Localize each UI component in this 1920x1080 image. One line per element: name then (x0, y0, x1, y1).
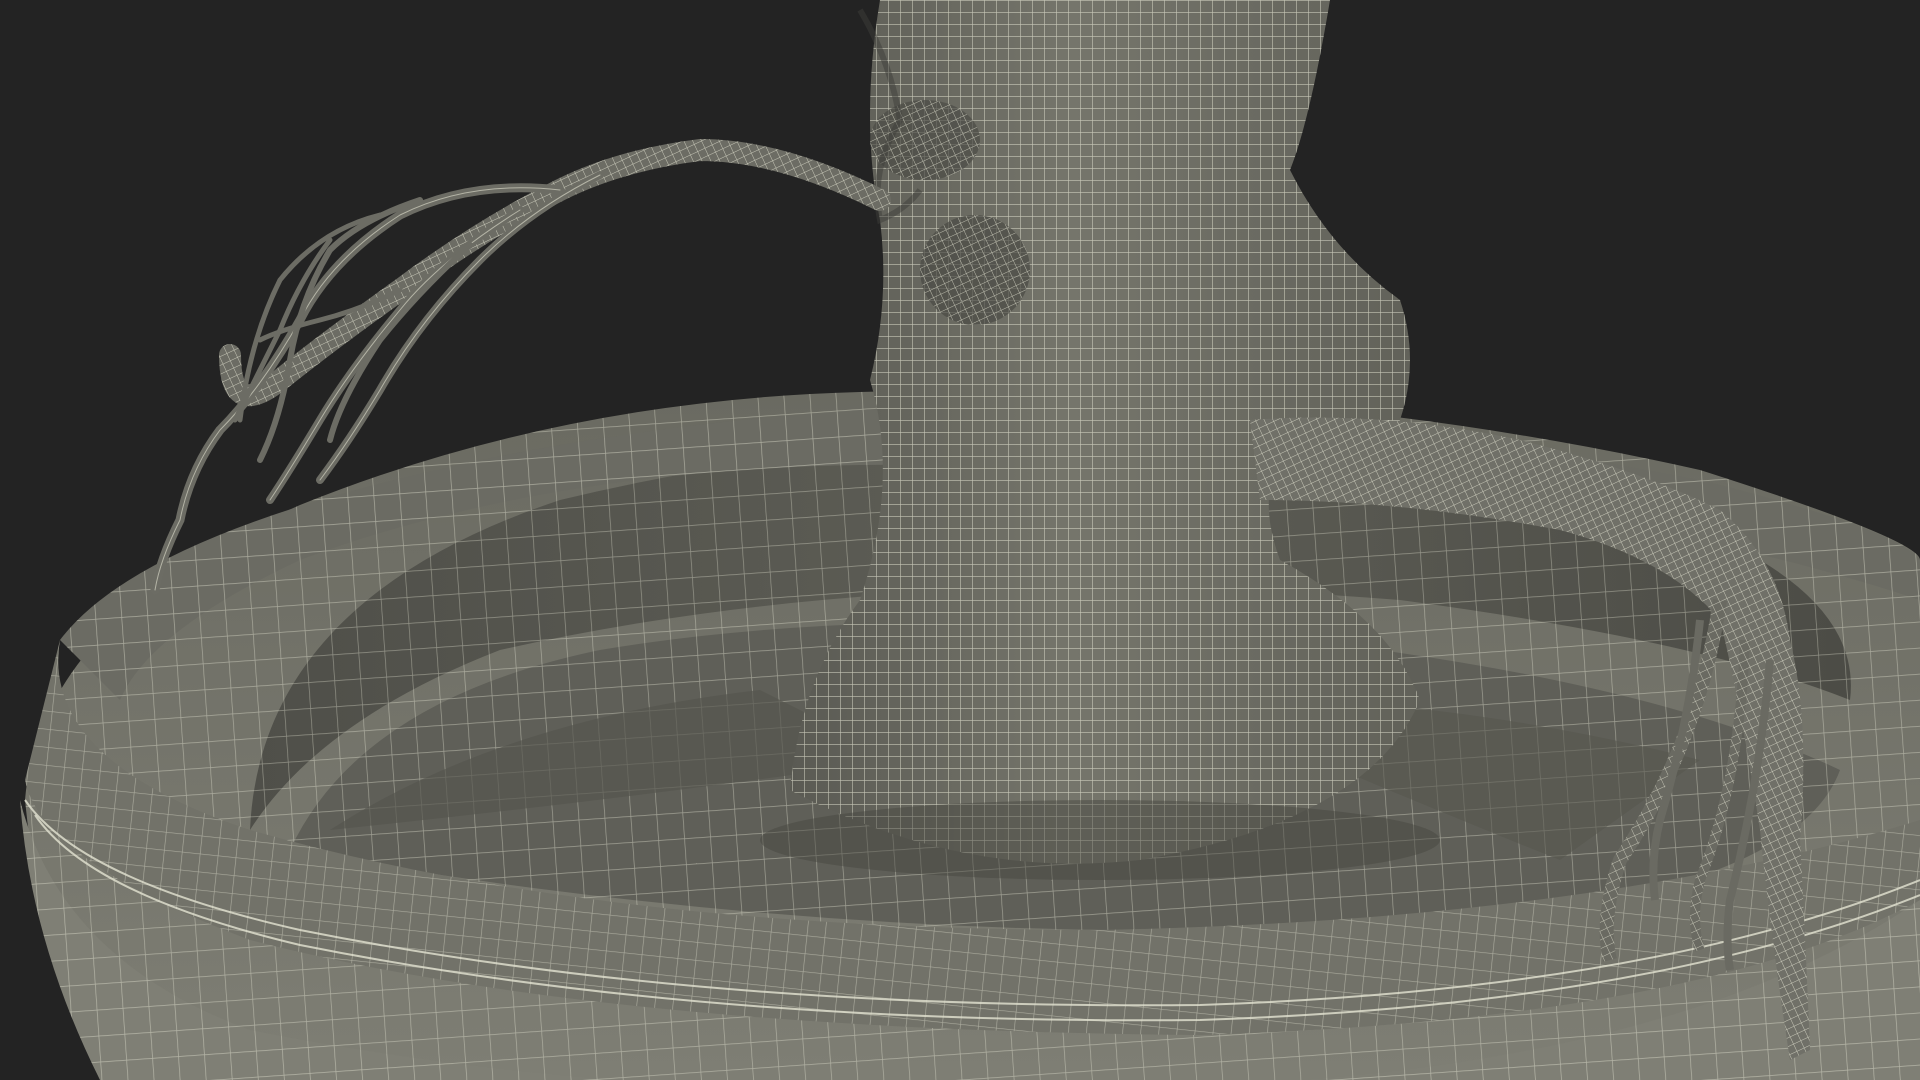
render-viewport (0, 0, 1920, 1080)
wireframe-scene (0, 0, 1920, 1080)
trunk-base-shadow (760, 800, 1440, 880)
